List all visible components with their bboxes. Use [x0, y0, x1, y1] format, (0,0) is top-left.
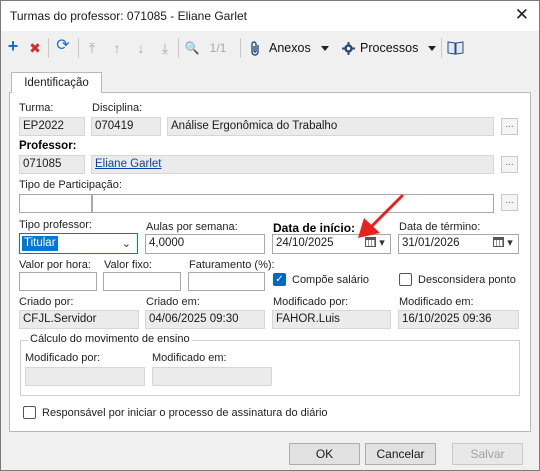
ok-button[interactable]: OK: [289, 443, 360, 465]
aulas-semana-label: Aulas por semana:: [146, 221, 238, 233]
valor-fixo-field[interactable]: [103, 272, 181, 291]
next-record-icon[interactable]: ↓: [133, 39, 149, 57]
disciplina-lookup-button[interactable]: ...: [501, 118, 518, 135]
cancel-button[interactable]: Cancelar: [365, 443, 436, 465]
compoe-salario-checkbox[interactable]: ✓: [273, 273, 286, 286]
calculo-modificado-por-field: [25, 367, 145, 386]
add-icon[interactable]: +: [5, 37, 21, 55]
attachments-label: Anexos: [269, 41, 311, 55]
modificado-em-field: 16/10/2025 09:36: [398, 310, 519, 329]
responsavel-label: Responsável por iniciar o processo de as…: [42, 407, 328, 419]
criado-em-label: Criado em:: [146, 296, 200, 308]
disciplina-label: Disciplina:: [92, 102, 143, 114]
tipo-participacao-lookup-button[interactable]: ...: [501, 194, 518, 211]
tipo-professor-select[interactable]: Titular ⌄: [19, 233, 138, 254]
criado-em-field: 04/06/2025 09:30: [145, 310, 265, 329]
professor-name-link[interactable]: Eliane Garlet: [95, 158, 161, 170]
close-icon[interactable]: ✕: [515, 5, 529, 25]
calculo-group: Cálculo do movimento de ensino Modificad…: [20, 333, 520, 396]
window-title: Turmas do professor: 071085 - Eliane Gar…: [10, 9, 248, 23]
calculo-modificado-por-label: Modificado por:: [25, 352, 101, 364]
turma-label: Turma:: [19, 102, 54, 114]
calculo-group-title: Cálculo do movimento de ensino: [28, 333, 192, 345]
gear-icon: [342, 42, 355, 55]
tipo-participacao-name-field[interactable]: [92, 194, 494, 213]
chevron-down-icon: [428, 46, 436, 51]
delete-icon[interactable]: ✖: [27, 39, 43, 57]
data-termino-value: 31/01/2026: [402, 237, 460, 249]
disciplina-name-field: Análise Ergonômica do Trabalho: [167, 117, 494, 136]
tipo-participacao-code-field[interactable]: [19, 194, 92, 213]
data-termino-calendar-button[interactable]: ▾: [490, 236, 516, 251]
data-inicio-label: Data de início:: [273, 221, 356, 235]
calendar-icon: [493, 237, 505, 247]
tipo-participacao-label: Tipo de Participação:: [19, 179, 122, 191]
toolbar-separator: [240, 38, 241, 58]
processes-label: Processos: [360, 41, 419, 55]
tipo-professor-value: Titular: [22, 236, 58, 251]
valor-hora-field[interactable]: [19, 272, 97, 291]
title-bar: Turmas do professor: 071085 - Eliane Gar…: [1, 1, 539, 31]
professor-lookup-button[interactable]: ...: [501, 156, 518, 173]
previous-record-icon[interactable]: ↑: [109, 39, 125, 57]
criado-por-field: CFJL.Servidor: [19, 310, 139, 329]
criado-por-label: Criado por:: [19, 296, 74, 308]
toolbar-separator: [48, 38, 49, 58]
last-record-icon[interactable]: ⤓: [157, 39, 173, 57]
valor-hora-label: Valor por hora:: [19, 259, 91, 271]
data-termino-label: Data de término:: [399, 221, 481, 233]
modificado-em-label: Modificado em:: [399, 296, 474, 308]
refresh-icon[interactable]: ⟳: [54, 37, 72, 55]
modificado-por-field: FAHOR.Luis: [272, 310, 391, 329]
toolbar-separator: [178, 38, 179, 58]
valor-fixo-label: Valor fixo:: [104, 259, 153, 271]
paperclip-icon: [251, 41, 259, 56]
toolbar-separator: [441, 38, 442, 58]
chevron-down-icon: ⌄: [121, 238, 131, 250]
faturamento-label: Faturamento (%):: [189, 259, 275, 271]
identification-panel: Turma: EP2022 Disciplina: 070419 Análise…: [9, 92, 531, 432]
dialog-window: Turmas do professor: 071085 - Eliane Gar…: [0, 0, 540, 471]
annotation-arrow: [358, 194, 404, 238]
desconsidera-ponto-label: Desconsidera ponto: [418, 274, 516, 286]
first-record-icon[interactable]: ⤒: [84, 39, 100, 57]
turma-field: EP2022: [19, 117, 85, 136]
disciplina-code-field: 070419: [91, 117, 161, 136]
responsavel-checkbox[interactable]: [23, 406, 36, 419]
record-counter: 1/1: [209, 41, 227, 55]
calculo-modificado-em-field: [152, 367, 272, 386]
modificado-por-label: Modificado por:: [273, 296, 349, 308]
calculo-modificado-em-label: Modificado em:: [152, 352, 227, 364]
toolbar-separator: [78, 38, 79, 58]
tipo-professor-label: Tipo professor:: [19, 219, 92, 231]
data-inicio-value: 24/10/2025: [276, 237, 334, 249]
compoe-salario-label: Compõe salário: [292, 274, 370, 286]
faturamento-field[interactable]: [188, 272, 265, 291]
search-icon[interactable]: 🔍: [183, 39, 201, 57]
professor-code-field: 071085: [19, 155, 85, 174]
toolbar: + ✖ ⟳ ⤒ ↑ ↓ ⤓ 🔍 1/1 Anexos Processos: [1, 32, 539, 64]
tab-identificacao[interactable]: Identificação: [11, 72, 102, 93]
chevron-down-icon: [321, 46, 329, 51]
professor-label: Professor:: [19, 140, 77, 152]
book-icon[interactable]: [447, 40, 464, 55]
desconsidera-ponto-checkbox[interactable]: [399, 273, 412, 286]
professor-name-field: Eliane Garlet: [91, 155, 494, 174]
aulas-semana-field[interactable]: 4,0000: [145, 234, 265, 254]
data-termino-field[interactable]: 31/01/2026 ▾: [398, 234, 519, 254]
save-button[interactable]: Salvar: [452, 443, 523, 465]
